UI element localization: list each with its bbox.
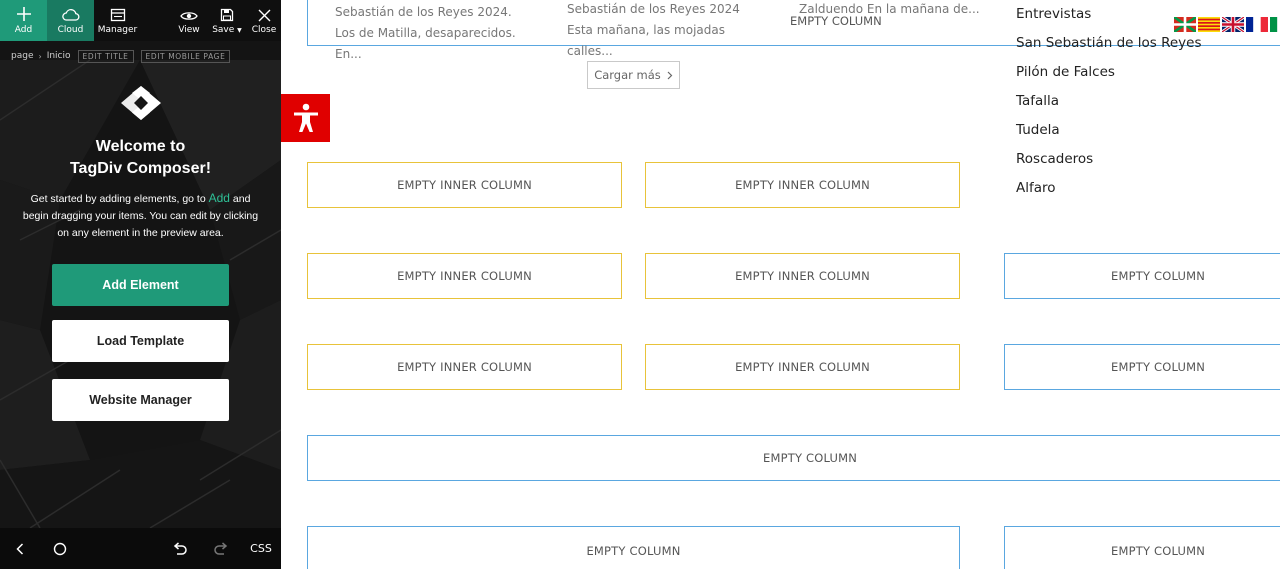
welcome-intro: Get started by adding elements, go to Ad… [20, 190, 261, 242]
empty-inner-column-label: EMPTY INNER COLUMN [397, 269, 532, 283]
news-excerpt-1[interactable]: Sebastián de los Reyes 2024. Los de Mati… [335, 2, 535, 65]
empty-column-label: EMPTY COLUMN [586, 544, 681, 558]
manager-button[interactable]: Manager [94, 0, 141, 41]
intro-add-link[interactable]: Add [209, 191, 230, 205]
page-preview: Sebastián de los Reyes 2024. Los de Mati… [281, 0, 1280, 569]
accessibility-icon [293, 103, 318, 132]
close-button[interactable]: Close [247, 0, 281, 41]
empty-inner-column[interactable]: EMPTY INNER COLUMN [645, 344, 960, 390]
breadcrumb: page › Inicio EDIT TITLE EDIT MOBILE PAG… [11, 49, 231, 63]
menu-item-san-sebastian[interactable]: San Sebastián de los Reyes [1016, 35, 1256, 64]
language-flags [1174, 17, 1280, 32]
composer-toolbar: Add Cloud Manager View Save ▼ Close [0, 0, 281, 41]
accessibility-button[interactable] [281, 94, 330, 142]
redo-icon [214, 541, 228, 555]
welcome-heading: Welcome to TagDiv Composer! [0, 136, 281, 180]
close-label: Close [251, 25, 277, 35]
redo-button[interactable] [211, 528, 231, 569]
news-excerpt-2[interactable]: Sebastián de los Reyes 2024 Esta mañana,… [567, 0, 767, 62]
css-button[interactable]: CSS [248, 528, 274, 569]
empty-column[interactable]: EMPTY COLUMN [1004, 344, 1280, 390]
load-template-button[interactable]: Load Template [52, 320, 229, 362]
view-label: View [178, 25, 200, 35]
empty-column-label: EMPTY COLUMN [1111, 360, 1206, 374]
empty-column[interactable]: EMPTY COLUMN [307, 526, 960, 569]
edit-title-button[interactable]: EDIT TITLE [77, 49, 134, 63]
empty-column-label: EMPTY COLUMN [763, 451, 858, 465]
load-more-button[interactable]: Cargar más [587, 61, 680, 89]
empty-column[interactable]: EMPTY COLUMN [307, 435, 1280, 481]
manager-label: Manager [97, 25, 138, 35]
website-manager-button[interactable]: Website Manager [52, 379, 229, 421]
menu-item-tudela[interactable]: Tudela [1016, 122, 1256, 151]
italian-flag-icon[interactable] [1270, 17, 1280, 32]
welcome-line-2: TagDiv Composer! [69, 160, 212, 177]
screen: Add Cloud Manager View Save ▼ Close page… [0, 0, 1280, 569]
chevron-right-icon [667, 71, 673, 79]
add-element-button[interactable]: Add Element [52, 264, 229, 306]
empty-inner-column-label: EMPTY INNER COLUMN [735, 269, 870, 283]
back-button[interactable] [10, 528, 30, 569]
empty-inner-column-label: EMPTY INNER COLUMN [397, 178, 532, 192]
back-icon [16, 542, 24, 555]
add-button[interactable]: Add [0, 0, 47, 41]
cloud-label: Cloud [57, 25, 84, 35]
undo-button[interactable] [170, 528, 190, 569]
empty-inner-column[interactable]: EMPTY INNER COLUMN [645, 162, 960, 208]
undo-icon [173, 541, 187, 555]
menu-item-pilon-de-falces[interactable]: Pilón de Falces [1016, 64, 1256, 93]
empty-inner-column[interactable]: EMPTY INNER COLUMN [307, 162, 622, 208]
intro-text-before: Get started by adding elements, go to [30, 193, 209, 205]
category-menu: Entrevistas San Sebastián de los Reyes P… [1016, 6, 1256, 209]
home-button[interactable] [50, 528, 70, 569]
menu-item-roscaderos[interactable]: Roscaderos [1016, 151, 1256, 180]
eye-icon [180, 12, 198, 20]
save-label-row: Save ▼ [212, 25, 242, 35]
chevron-down-icon: ▼ [237, 27, 242, 34]
breadcrumb-page[interactable]: page [11, 51, 33, 61]
empty-inner-column[interactable]: EMPTY INNER COLUMN [307, 253, 622, 299]
empty-inner-column-label: EMPTY INNER COLUMN [397, 360, 532, 374]
welcome-line-1: Welcome to [95, 138, 186, 155]
manager-icon [110, 8, 125, 22]
breadcrumb-current[interactable]: Inicio [47, 51, 71, 61]
save-label: Save [212, 25, 235, 35]
save-icon [220, 8, 234, 22]
composer-panel: Add Cloud Manager View Save ▼ Close page… [0, 0, 281, 569]
add-label: Add [14, 25, 33, 35]
view-button[interactable]: View [171, 0, 207, 41]
home-icon [53, 542, 67, 555]
composer-bottom-bar: CSS [0, 528, 281, 569]
chevron-right-icon: › [38, 51, 42, 61]
menu-item-tafalla[interactable]: Tafalla [1016, 93, 1256, 122]
uk-flag-icon[interactable] [1222, 17, 1244, 32]
empty-inner-column[interactable]: EMPTY INNER COLUMN [307, 344, 622, 390]
cloud-button[interactable]: Cloud [47, 0, 94, 41]
empty-column-label: EMPTY COLUMN [790, 14, 882, 28]
empty-column-label: EMPTY COLUMN [1111, 544, 1206, 558]
empty-inner-column-label: EMPTY INNER COLUMN [735, 178, 870, 192]
catalan-flag-icon[interactable] [1198, 17, 1220, 32]
empty-column[interactable]: EMPTY COLUMN [1004, 253, 1280, 299]
empty-column[interactable]: EMPTY COLUMN [1004, 526, 1280, 569]
close-icon [258, 9, 270, 22]
menu-item-alfaro[interactable]: Alfaro [1016, 180, 1256, 209]
load-more-label: Cargar más [594, 68, 661, 82]
save-button[interactable]: Save ▼ [207, 0, 247, 41]
edit-mobile-page-button[interactable]: EDIT MOBILE PAGE [140, 49, 231, 63]
empty-inner-column[interactable]: EMPTY INNER COLUMN [645, 253, 960, 299]
plus-icon [16, 7, 31, 21]
basque-flag-icon[interactable] [1174, 17, 1196, 32]
empty-column-label: EMPTY COLUMN [1111, 269, 1206, 283]
cloud-icon [61, 9, 79, 21]
french-flag-icon[interactable] [1246, 17, 1268, 32]
tagdiv-logo [121, 86, 161, 120]
empty-inner-column-label: EMPTY INNER COLUMN [735, 360, 870, 374]
